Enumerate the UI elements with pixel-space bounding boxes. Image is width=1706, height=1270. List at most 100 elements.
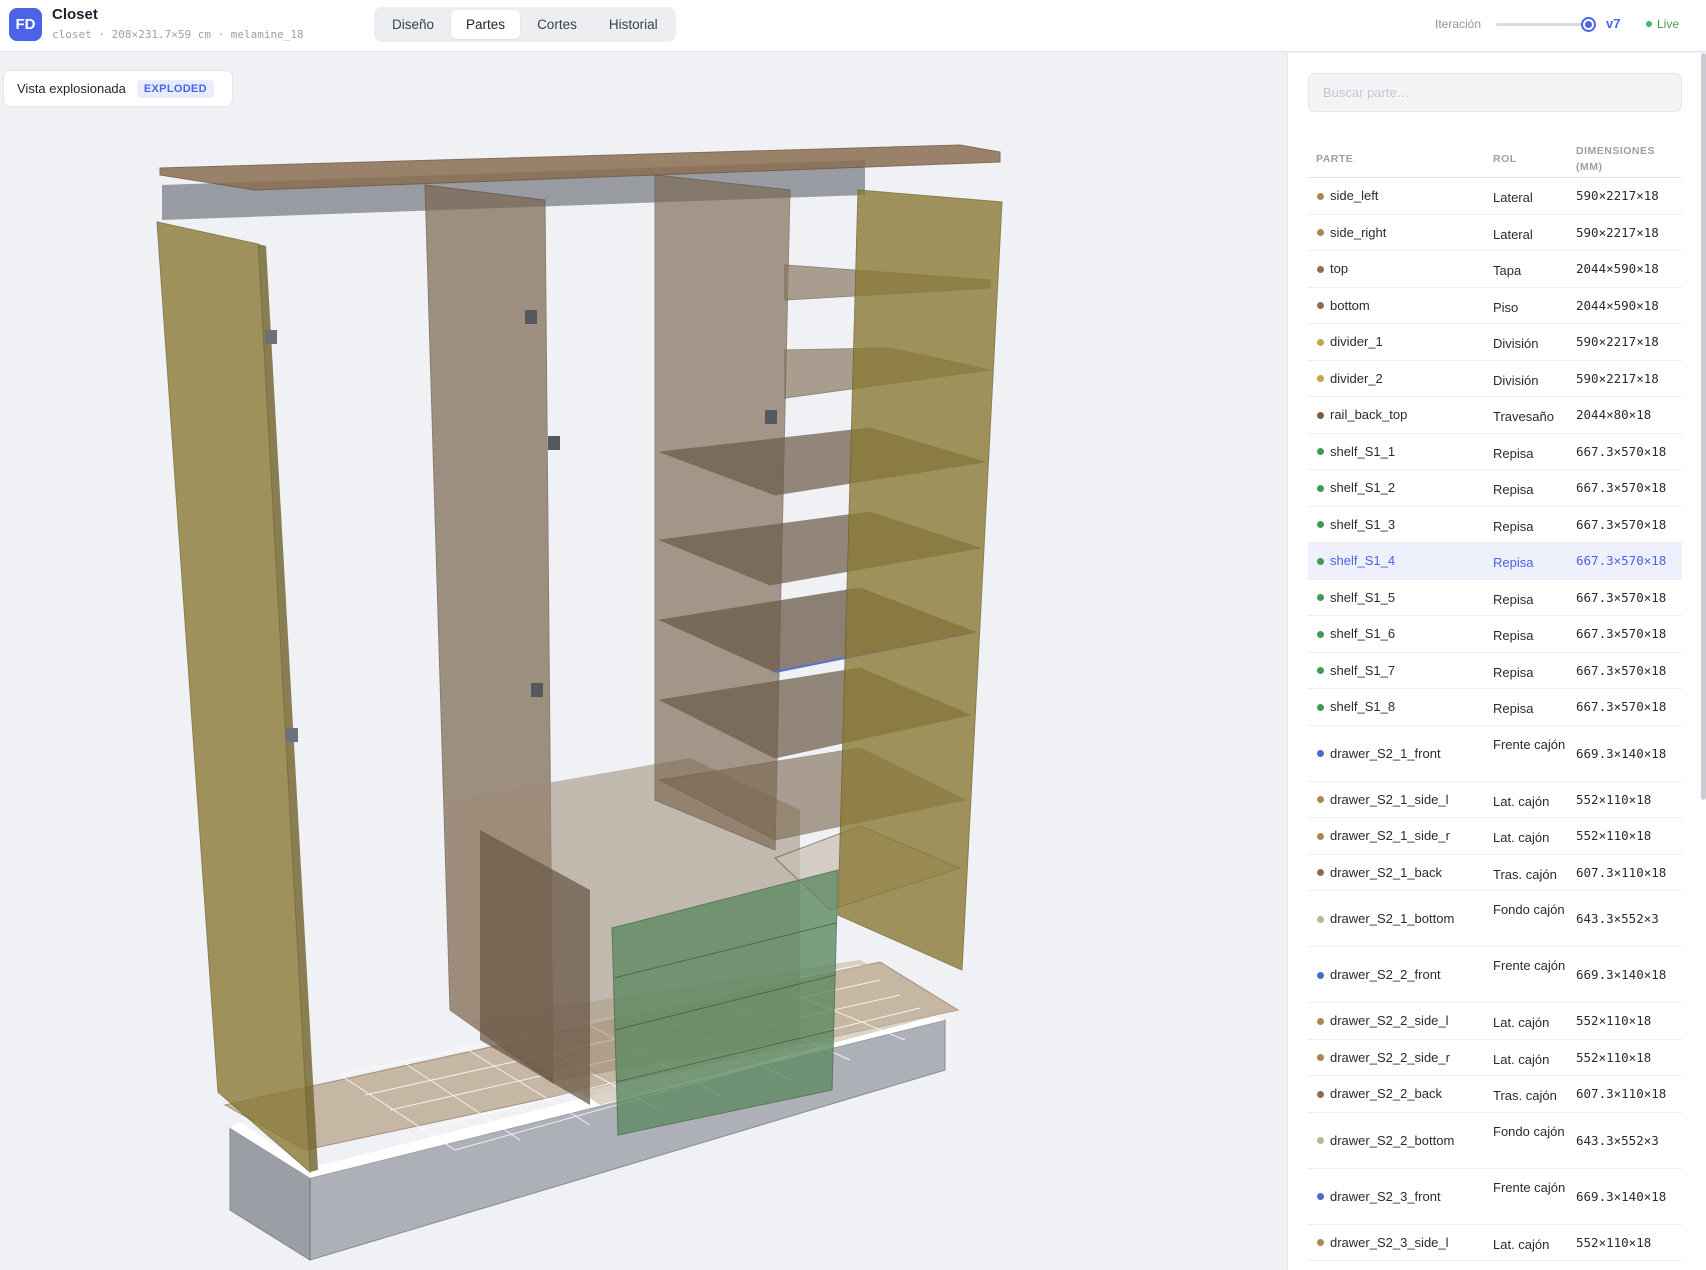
table-header: PARTE ROL DIMENSIONES (MM) bbox=[1308, 136, 1682, 178]
part-role: Fondo cajón bbox=[1493, 902, 1565, 917]
table-row[interactable]: drawer_S2_3_side_l Lat. cajón 552×110×18 bbox=[1308, 1225, 1682, 1261]
part-color-icon bbox=[1317, 750, 1324, 757]
exploded-pill: EXPLODED bbox=[136, 79, 214, 98]
project-title: Closet bbox=[52, 6, 98, 23]
part-dimensions: 643.3×552×3 bbox=[1576, 911, 1659, 926]
part-role: Piso bbox=[1493, 299, 1519, 315]
part-color-icon bbox=[1317, 667, 1324, 675]
table-row[interactable]: drawer_S2_2_side_r Lat. cajón 552×110×18 bbox=[1308, 1040, 1682, 1076]
part-dimensions: 667.3×570×18 bbox=[1576, 662, 1667, 678]
part-color-icon bbox=[1317, 265, 1324, 273]
part-color-icon bbox=[1317, 1137, 1324, 1144]
table-row[interactable]: side_left Lateral 590×2217×18 bbox=[1308, 178, 1682, 215]
part-role: Fondo cajón bbox=[1493, 1123, 1565, 1139]
part-color-icon bbox=[1317, 832, 1324, 840]
tab-cortes[interactable]: Cortes bbox=[522, 10, 592, 39]
part-name: rail_back_top bbox=[1330, 407, 1408, 423]
table-row[interactable]: shelf_S1_2 Repisa 667.3×570×18 bbox=[1308, 470, 1682, 507]
iteration-slider-track[interactable] bbox=[1496, 23, 1588, 26]
part-dimensions: 552×110×18 bbox=[1576, 828, 1652, 844]
part-color-icon bbox=[1317, 192, 1324, 200]
part-name: shelf_S1_6 bbox=[1330, 626, 1396, 642]
search-parts-input[interactable] bbox=[1308, 73, 1682, 112]
part-dimensions: 667.3×570×18 bbox=[1576, 443, 1667, 459]
table-row[interactable]: drawer_S2_1_front Frente cajón 669.3×140×1… bbox=[1308, 726, 1682, 782]
table-row[interactable]: shelf_S1_8 Repisa 667.3×570×18 bbox=[1308, 689, 1682, 726]
part-role: Lat. cajón bbox=[1493, 1236, 1550, 1252]
table-row[interactable]: top Tapa 2044×590×18 bbox=[1308, 251, 1682, 288]
part-color-icon bbox=[1317, 971, 1324, 979]
part-name: drawer_S2_1_back bbox=[1330, 864, 1443, 880]
part-name: drawer_S2_1_side_l bbox=[1330, 791, 1449, 807]
view-tabs: Diseño Partes Cortes Historial bbox=[374, 7, 676, 42]
table-row[interactable]: divider_2 División 590×2217×18 bbox=[1308, 361, 1682, 397]
app-logo[interactable]: FD bbox=[9, 8, 42, 41]
tab-historial[interactable]: Historial bbox=[594, 10, 673, 39]
hinge-icon bbox=[525, 310, 537, 324]
table-row[interactable]: shelf_S1_3 Repisa 667.3×570×18 bbox=[1308, 507, 1682, 543]
table-row[interactable]: divider_1 División 590×2217×18 bbox=[1308, 324, 1682, 361]
part-role: Tapa bbox=[1493, 263, 1522, 279]
hinge-icon bbox=[548, 436, 560, 450]
table-row[interactable]: shelf_S1_4 Repisa 667.3×570×18 bbox=[1308, 543, 1682, 580]
part-dimensions: 607.3×110×18 bbox=[1576, 1086, 1667, 1102]
table-row[interactable]: shelf_S1_6 Repisa 667.3×570×18 bbox=[1308, 616, 1682, 653]
part-dimensions: 667.3×570×18 bbox=[1576, 480, 1667, 496]
part-color-icon bbox=[1317, 302, 1324, 310]
table-row[interactable]: drawer_S2_2_side_l Lat. cajón 552×110×18 bbox=[1308, 1003, 1682, 1040]
part-role: Repisa bbox=[1493, 664, 1534, 680]
part-dimensions: 590×2217×18 bbox=[1576, 188, 1659, 204]
closet-3d-model[interactable] bbox=[0, 53, 1287, 1270]
part-role: Lateral bbox=[1493, 190, 1533, 206]
part-color-icon bbox=[1317, 448, 1324, 456]
table-row[interactable]: side_right Lateral 590×2217×18 bbox=[1308, 215, 1682, 251]
iteration-slider-thumb[interactable] bbox=[1581, 17, 1596, 32]
iteration-label: Iteración bbox=[1435, 17, 1482, 31]
part-role: Frente cajón bbox=[1493, 736, 1566, 752]
part-role: Lat. cajón bbox=[1493, 1051, 1550, 1067]
part-name: shelf_S1_1 bbox=[1330, 443, 1396, 459]
table-row[interactable]: drawer_S2_1_side_r Lat. cajón 552×110×18 bbox=[1308, 818, 1682, 855]
table-row[interactable]: drawer_S2_2_front Frente cajón 669.3×140×1… bbox=[1308, 947, 1682, 1003]
part-dimensions: 552×110×18 bbox=[1576, 1049, 1652, 1065]
panel-scrollbar[interactable] bbox=[1701, 53, 1706, 800]
part-dimensions: 552×110×18 bbox=[1576, 791, 1652, 807]
tab-partes[interactable]: Partes bbox=[451, 10, 521, 39]
table-row[interactable]: drawer_S2_1_bottom Fondo cajón 643.3×552×3 bbox=[1308, 891, 1682, 947]
tab-diseno[interactable]: Diseño bbox=[377, 10, 449, 39]
part-name: divider_1 bbox=[1330, 334, 1383, 350]
part-role: Lat. cajón bbox=[1493, 793, 1550, 809]
part-dimensions: 669.3×140×18 bbox=[1576, 1188, 1667, 1204]
table-row[interactable]: rail_back_top Travesaño 2044×80×18 bbox=[1308, 397, 1682, 434]
table-row[interactable]: bottom Piso 2044×590×18 bbox=[1308, 288, 1682, 324]
part-color-icon bbox=[1317, 375, 1324, 383]
part-color-icon bbox=[1317, 1054, 1324, 1062]
table-row[interactable]: drawer_S2_2_back Tras. cajón 607.3×110×18 bbox=[1308, 1076, 1682, 1113]
table-row[interactable]: drawer_S2_1_side_l Lat. cajón 552×110×18 bbox=[1308, 782, 1682, 818]
part-dimensions: 590×2217×18 bbox=[1576, 224, 1659, 240]
table-row[interactable]: shelf_S1_5 Repisa 667.3×570×18 bbox=[1308, 580, 1682, 616]
part-color-icon bbox=[1317, 484, 1324, 492]
part-role: División bbox=[1493, 372, 1539, 388]
part-role: Repisa bbox=[1493, 591, 1534, 607]
part-name: top bbox=[1330, 261, 1349, 277]
table-row[interactable]: shelf_S1_1 Repisa 667.3×570×18 bbox=[1308, 434, 1682, 470]
view-mode-badge[interactable]: Vista explosionada EXPLODED bbox=[3, 70, 233, 107]
table-row[interactable]: drawer_S2_3_front Frente cajón 669.3×140×1… bbox=[1308, 1169, 1682, 1225]
side-right-panel bbox=[837, 189, 1003, 971]
view-mode-label: Vista explosionada bbox=[17, 81, 126, 96]
part-color-icon bbox=[1317, 411, 1324, 419]
part-role: Tras. cajón bbox=[1493, 1088, 1557, 1104]
part-dimensions: 643.3×552×3 bbox=[1576, 1132, 1659, 1148]
part-color-icon bbox=[1317, 229, 1324, 237]
table-row[interactable]: drawer_S2_1_back Tras. cajón 607.3×110×18 bbox=[1308, 855, 1682, 891]
project-subtitle: closet · 208×231.7×59 cm · melamine_18 bbox=[52, 28, 304, 41]
part-name: bottom bbox=[1330, 297, 1370, 313]
part-role: Lat. cajón bbox=[1493, 1015, 1550, 1031]
table-row[interactable]: shelf_S1_7 Repisa 667.3×570×18 bbox=[1308, 653, 1682, 689]
part-name: drawer_S2_3_front bbox=[1330, 1188, 1441, 1204]
part-name: drawer_S2_1_front bbox=[1330, 745, 1441, 761]
version-label: v7 bbox=[1606, 16, 1621, 31]
table-row[interactable]: drawer_S2_2_bottom Fondo cajón 643.3×552×3 bbox=[1308, 1113, 1682, 1169]
part-role: Frente cajón bbox=[1493, 958, 1566, 973]
